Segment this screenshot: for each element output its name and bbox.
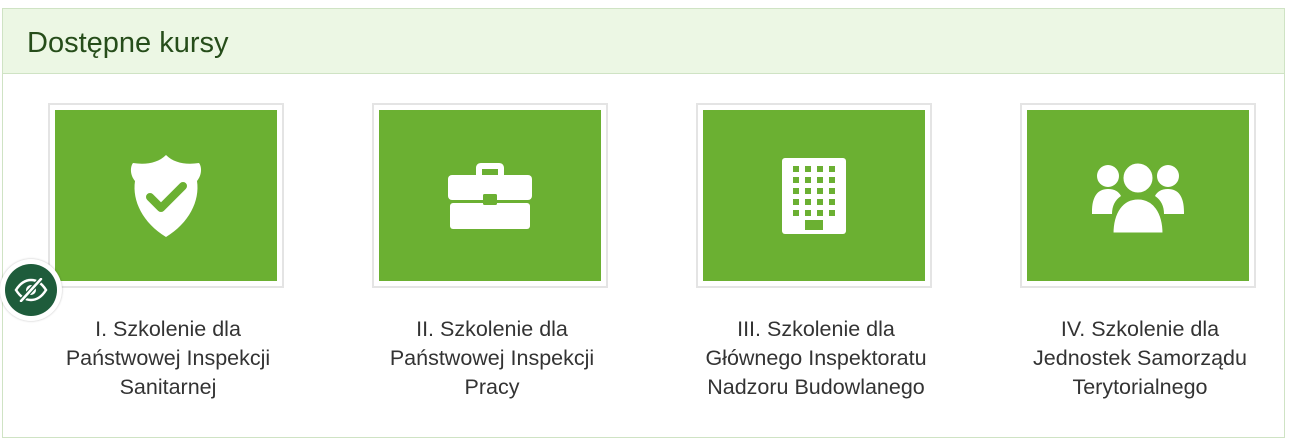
course-label[interactable]: III. Szkolenie dla Głównego Inspektoratu… [666,315,966,402]
course-label[interactable]: IV. Szkolenie dla Jednostek Samorządu Te… [990,315,1290,402]
building-icon [782,157,846,234]
course-label-line: Pracy [464,375,520,399]
course-card-building-supervision[interactable]: III. Szkolenie dla Głównego Inspektoratu… [666,103,936,403]
shield-check-icon [130,154,202,237]
course-label-line: Państwowej Inspekcji [65,346,271,370]
course-label-line: Głównego Inspektoratu [705,346,927,370]
accessibility-toggle-button[interactable] [0,259,62,321]
course-label-line: Terytorialnego [1072,375,1208,399]
course-label[interactable]: I. Szkolenie dla Państwowej Inspekcji Sa… [18,315,318,402]
course-label-line: Sanitarnej [119,375,217,399]
users-icon [1092,160,1184,235]
course-label-line: Jednostek Samorządu [1033,346,1247,370]
course-card-sanitary-inspection[interactable]: I. Szkolenie dla Państwowej Inspekcji Sa… [18,103,288,403]
course-image-frame[interactable] [696,103,932,288]
briefcase-icon [448,162,532,229]
course-label-line: III. Szkolenie dla [737,317,895,341]
course-tile[interactable] [1027,110,1249,281]
course-label-line: Państwowej Inspekcji [389,346,595,370]
course-label-line: Nadzoru Budowlanego [707,375,925,399]
panel-header: Dostępne kursy [3,9,1284,74]
course-label-line: II. Szkolenie dla [416,317,568,341]
course-image-frame[interactable] [1020,103,1256,288]
accessibility-toggle-inner[interactable] [5,264,57,316]
course-tile[interactable] [55,110,277,281]
course-label[interactable]: II. Szkolenie dla Państwowej Inspekcji P… [342,315,642,402]
course-label-line: I. Szkolenie dla [95,317,241,341]
eye-slash-icon [14,278,48,302]
course-tile[interactable] [703,110,925,281]
panel-title: Dostępne kursy [27,27,229,59]
course-image-frame[interactable] [372,103,608,288]
course-tile[interactable] [379,110,601,281]
course-card-local-government[interactable]: IV. Szkolenie dla Jednostek Samorządu Te… [990,103,1260,403]
course-label-line: IV. Szkolenie dla [1060,317,1220,341]
course-card-labour-inspection[interactable]: II. Szkolenie dla Państwowej Inspekcji P… [342,103,612,403]
course-image-frame[interactable] [48,103,284,288]
